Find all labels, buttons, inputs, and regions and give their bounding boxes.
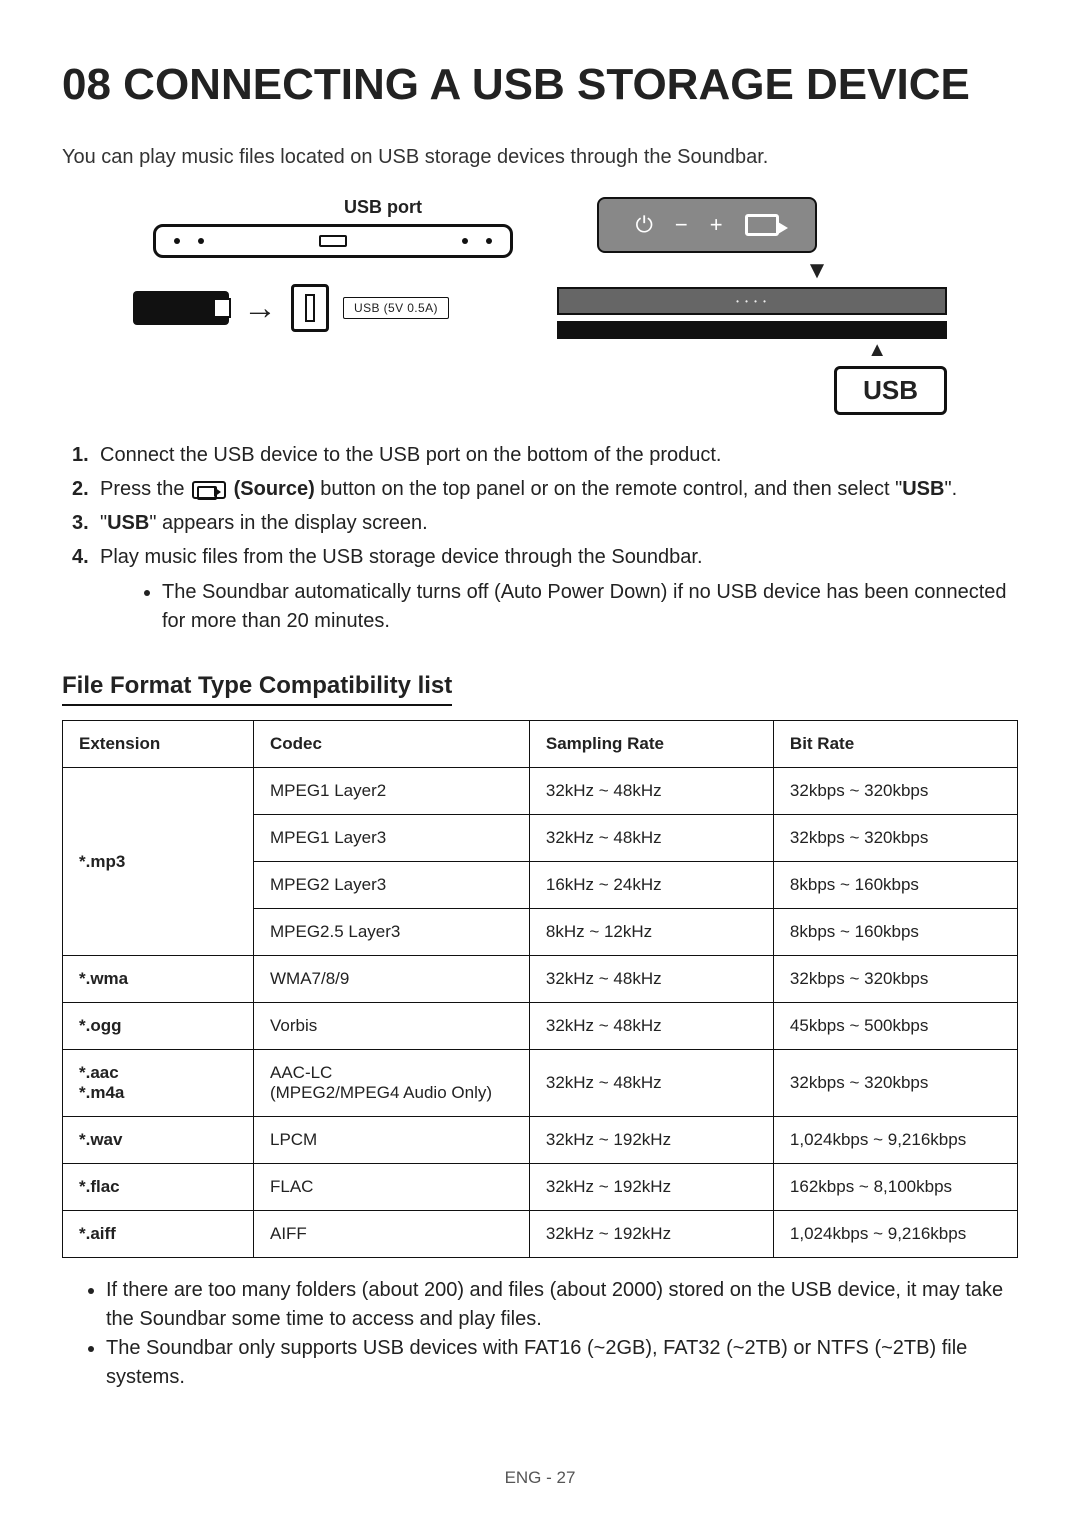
- compat-table: Extension Codec Sampling Rate Bit Rate *…: [62, 720, 1018, 1258]
- page-footer: ENG - 27: [0, 1468, 1080, 1488]
- note-item: If there are too many folders (about 200…: [106, 1276, 1018, 1334]
- cell-sample: 16kHz ~ 24kHz: [529, 862, 773, 909]
- cell-bit: 162kbps ~ 8,100kbps: [773, 1164, 1017, 1211]
- cell-ext: *.mp3: [63, 768, 254, 956]
- table-row: *.oggVorbis32kHz ~ 48kHz45kbps ~ 500kbps: [63, 1003, 1018, 1050]
- cell-ext: *.ogg: [63, 1003, 254, 1050]
- diagram-right: ⏻ − + ▼ • • • • ▲ USB: [557, 197, 947, 415]
- cell-codec: Vorbis: [253, 1003, 529, 1050]
- power-icon: ⏻: [635, 212, 652, 238]
- cell-codec: FLAC: [253, 1164, 529, 1211]
- cell-ext: *.wma: [63, 956, 254, 1003]
- step-3-c: " appears in the display screen.: [149, 512, 427, 534]
- source-icon-inline: [192, 481, 226, 499]
- cell-codec: LPCM: [253, 1117, 529, 1164]
- cell-bit: 1,024kbps ~ 9,216kbps: [773, 1211, 1017, 1258]
- cell-codec: MPEG2 Layer3: [253, 862, 529, 909]
- cell-sample: 32kHz ~ 48kHz: [529, 956, 773, 1003]
- source-icon: [745, 214, 779, 236]
- table-row: *.mp3MPEG1 Layer232kHz ~ 48kHz32kbps ~ 3…: [63, 768, 1018, 815]
- table-row: *.aiffAIFF32kHz ~ 192kHz1,024kbps ~ 9,21…: [63, 1211, 1018, 1258]
- step-2-a: Press the: [100, 478, 190, 500]
- step-3-b: USB: [107, 512, 149, 534]
- cell-sample: 32kHz ~ 48kHz: [529, 768, 773, 815]
- table-row: *.flacFLAC32kHz ~ 192kHz162kbps ~ 8,100k…: [63, 1164, 1018, 1211]
- cell-codec: MPEG1 Layer2: [253, 768, 529, 815]
- step-1: Connect the USB device to the USB port o…: [72, 441, 1018, 470]
- soundbar-back-icon: [153, 224, 513, 258]
- note-item: The Soundbar only supports USB devices w…: [106, 1334, 1018, 1392]
- plus-icon: +: [710, 212, 723, 238]
- step-2: Press the (Source) button on the top pan…: [72, 475, 1018, 504]
- step-2-b: (Source): [228, 478, 315, 500]
- cell-ext: *.wav: [63, 1117, 254, 1164]
- usb-badge: USB: [834, 366, 947, 415]
- diagram-left: USB port → USB (5V 0.5A): [133, 197, 513, 332]
- cell-bit: 1,024kbps ~ 9,216kbps: [773, 1117, 1017, 1164]
- cell-bit: 32kbps ~ 320kbps: [773, 768, 1017, 815]
- steps-list: Connect the USB device to the USB port o…: [72, 441, 1018, 636]
- cell-sample: 8kHz ~ 12kHz: [529, 909, 773, 956]
- arrow-up-icon: ▲: [557, 339, 887, 362]
- cell-codec: AAC-LC (MPEG2/MPEG4 Audio Only): [253, 1050, 529, 1117]
- table-row: *.aac *.m4aAAC-LC (MPEG2/MPEG4 Audio Onl…: [63, 1050, 1018, 1117]
- cell-codec: WMA7/8/9: [253, 956, 529, 1003]
- arrow-down-icon: ▼: [687, 257, 947, 285]
- cell-bit: 8kbps ~ 160kbps: [773, 909, 1017, 956]
- cell-bit: 45kbps ~ 500kbps: [773, 1003, 1017, 1050]
- table-row: *.wavLPCM32kHz ~ 192kHz1,024kbps ~ 9,216…: [63, 1117, 1018, 1164]
- cell-codec: MPEG2.5 Layer3: [253, 909, 529, 956]
- step-3: "USB" appears in the display screen.: [72, 509, 1018, 538]
- step-2-e: ".: [944, 478, 957, 500]
- cell-sample: 32kHz ~ 192kHz: [529, 1117, 773, 1164]
- cell-sample: 32kHz ~ 48kHz: [529, 1003, 773, 1050]
- arrow-right-icon: →: [243, 289, 277, 328]
- th-codec: Codec: [253, 721, 529, 768]
- cell-bit: 32kbps ~ 320kbps: [773, 956, 1017, 1003]
- soundbar-base-icon: [557, 321, 947, 339]
- usb-port-box: USB (5V 0.5A): [343, 297, 449, 319]
- cell-bit: 8kbps ~ 160kbps: [773, 862, 1017, 909]
- remote-top-icon: ⏻ − +: [597, 197, 817, 253]
- diagram-row: USB port → USB (5V 0.5A) ⏻ − + ▼ • • • •…: [62, 197, 1018, 415]
- intro-text: You can play music files located on USB …: [62, 146, 1018, 169]
- cell-bit: 32kbps ~ 320kbps: [773, 815, 1017, 862]
- cell-sample: 32kHz ~ 48kHz: [529, 815, 773, 862]
- table-row: *.wmaWMA7/8/932kHz ~ 48kHz32kbps ~ 320kb…: [63, 956, 1018, 1003]
- cell-sample: 32kHz ~ 192kHz: [529, 1211, 773, 1258]
- cell-codec: MPEG1 Layer3: [253, 815, 529, 862]
- step-4-bullet: The Soundbar automatically turns off (Au…: [162, 578, 1018, 636]
- step-4-text: Play music files from the USB storage de…: [100, 546, 703, 568]
- usb-plug-icon: [291, 284, 329, 332]
- usb-stick-icon: [133, 291, 229, 325]
- cell-ext: *.aac *.m4a: [63, 1050, 254, 1117]
- soundbar-display-icon: • • • •: [557, 287, 947, 315]
- step-4: Play music files from the USB storage de…: [72, 543, 1018, 636]
- cell-codec: AIFF: [253, 1211, 529, 1258]
- th-bit: Bit Rate: [773, 721, 1017, 768]
- step-2-c: button on the top panel or on the remote…: [315, 478, 903, 500]
- notes-list: If there are too many folders (about 200…: [106, 1276, 1018, 1392]
- usb-port-label: USB port: [133, 197, 513, 218]
- cell-bit: 32kbps ~ 320kbps: [773, 1050, 1017, 1117]
- minus-icon: −: [675, 212, 688, 238]
- subheading: File Format Type Compatibility list: [62, 672, 452, 706]
- step-2-d: USB: [902, 478, 944, 500]
- th-sample: Sampling Rate: [529, 721, 773, 768]
- cell-sample: 32kHz ~ 48kHz: [529, 1050, 773, 1117]
- page-title: 08 CONNECTING A USB STORAGE DEVICE: [62, 60, 1018, 110]
- cell-ext: *.flac: [63, 1164, 254, 1211]
- cell-ext: *.aiff: [63, 1211, 254, 1258]
- cell-sample: 32kHz ~ 192kHz: [529, 1164, 773, 1211]
- th-ext: Extension: [63, 721, 254, 768]
